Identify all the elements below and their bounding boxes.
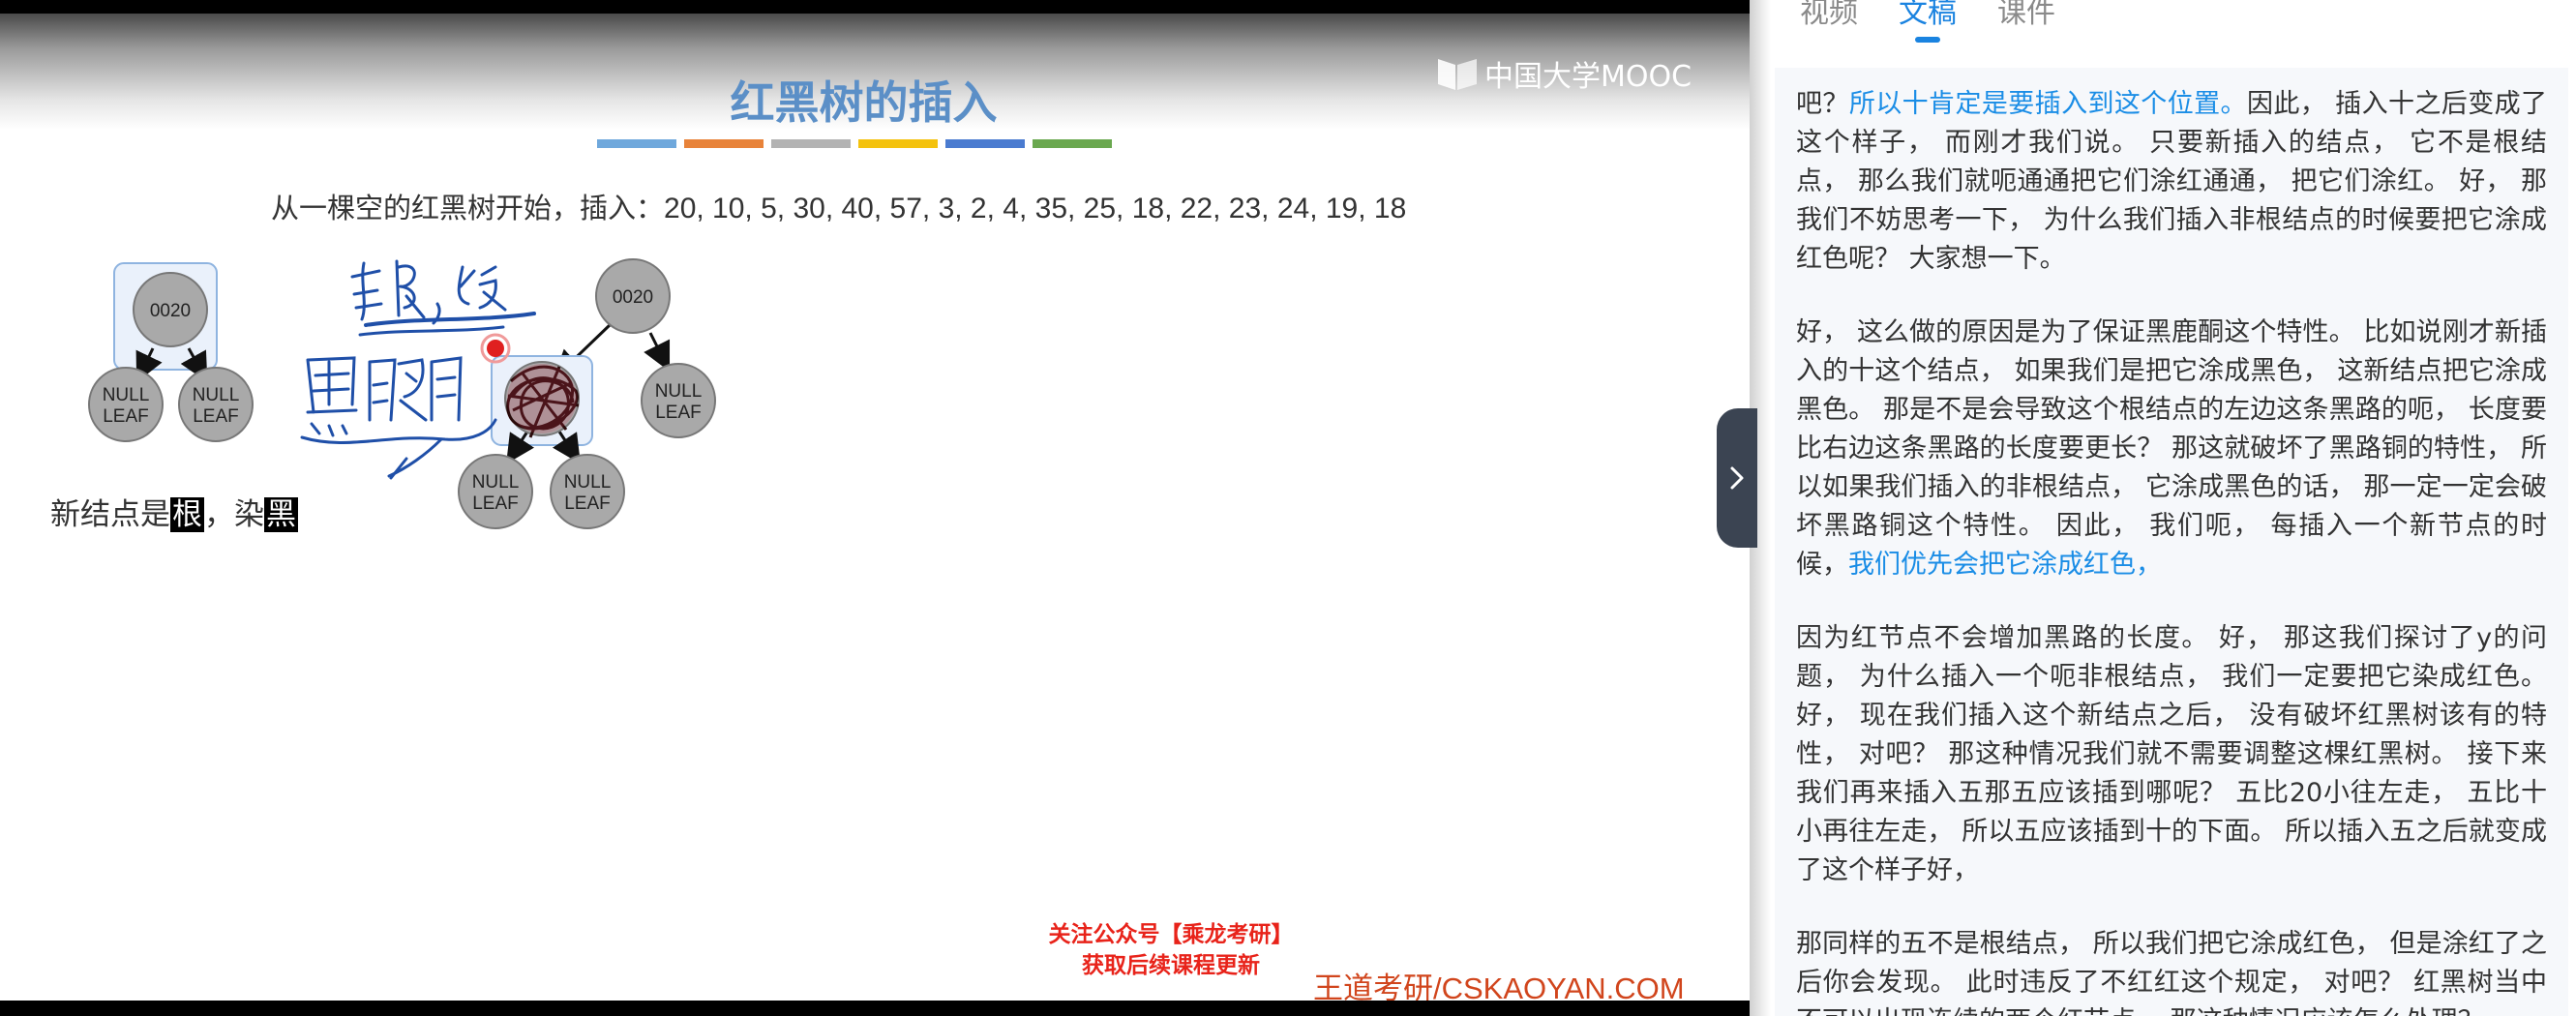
- transcript-highlight: 我们优先会把它涂成红色，: [1848, 550, 2162, 580]
- transcript-text: 因为红节点不会增加黑路的长度。 好， 那这我们探讨了y的问题， 为什么插入一个呃…: [1796, 623, 2547, 885]
- new-node-rule-prefix: 新结点是: [50, 497, 170, 532]
- chevron-right-icon: [1730, 466, 1744, 490]
- transcript-text: 那同样的五不是根结点， 所以我们把它涂成红色， 但是涂红了之后你会发现。 此时违…: [1796, 929, 2547, 1016]
- transcript-paragraph[interactable]: 吧？所以十肯定是要插入到这个位置。因此， 插入十之后变成了这个样子， 而刚才我们…: [1796, 85, 2547, 279]
- tree-one-right-leaf-line2: LEAF: [193, 406, 239, 427]
- tree-two-child-right-leaf-line2: LEAF: [564, 493, 611, 514]
- transcript-paragraph[interactable]: 那同样的五不是根结点， 所以我们把它涂成红色， 但是涂红了之后你会发现。 此时违…: [1796, 925, 2547, 1016]
- video-player[interactable]: 中国大学MOOC 红黑树的插入 从一棵空的红黑树开始，插入：20, 10, 5,…: [0, 0, 1750, 1016]
- watermark: 王道考研/CSKAOYAN.COM: [1313, 971, 1685, 1001]
- tab-transcript[interactable]: 文稿: [1899, 0, 1957, 43]
- tree-two-child-right-leaf-line1: NULL: [564, 472, 612, 493]
- lecture-slide: 中国大学MOOC 红黑树的插入 从一棵空的红黑树开始，插入：20, 10, 5,…: [0, 14, 1750, 1001]
- new-node-rule-middle: ，染: [204, 497, 264, 532]
- transcript-panel: 视频 文稿 课件 吧？所以十肯定是要插入到这个位置。因此， 插入十之后变成了这个…: [1750, 0, 2576, 1016]
- tree-two-child-left-leaf-line2: LEAF: [472, 493, 519, 514]
- tree-one: 0020 NULL LEAF NULL LEAF: [88, 262, 254, 442]
- tree-one-left-leaf-line2: LEAF: [103, 406, 149, 427]
- new-node-rule-root: 根: [170, 497, 204, 532]
- tree-one-left-leaf-line1: NULL: [103, 385, 150, 405]
- tree-two-child-left-leaf-line1: NULL: [472, 472, 520, 493]
- tab-courseware[interactable]: 课件: [1997, 0, 2055, 43]
- tree-two-right-leaf-line2: LEAF: [655, 403, 702, 423]
- transcript-highlight: 所以十肯定是要插入到这个位置。: [1848, 89, 2247, 119]
- new-node-rule-text: 新结点是根，染黑: [50, 490, 298, 533]
- tree-two-root-label: 0020: [613, 287, 653, 308]
- tree-one-right-leaf-line1: NULL: [193, 385, 240, 405]
- transcript-paragraph[interactable]: 好， 这么做的原因是为了保证黑鹿酮这个特性。 比如说刚才新插入的十这个结点， 如…: [1796, 314, 2547, 584]
- tree-two: 0020 NULL LEAF NULL LEAF NULL LEAF: [458, 258, 716, 529]
- collapse-panel-button[interactable]: [1717, 408, 1757, 548]
- transcript-paragraph[interactable]: 因为红节点不会增加黑路的长度。 好， 那这我们探讨了y的问题， 为什么插入一个呃…: [1796, 619, 2547, 890]
- promo-line-1: 关注公众号【乘龙考研】: [1048, 922, 1294, 947]
- transcript-text: 吧？: [1796, 89, 1849, 119]
- new-node-rule-black: 黑: [264, 497, 298, 532]
- transcript-text: 好， 这么做的原因是为了保证黑鹿酮这个特性。 比如说刚才新插入的十这个结点， 如…: [1796, 317, 2547, 580]
- transcript-content[interactable]: 吧？所以十肯定是要插入到这个位置。因此， 插入十之后变成了这个样子， 而刚才我们…: [1775, 68, 2568, 1016]
- tree-two-right-leaf-line1: NULL: [655, 381, 703, 402]
- panel-tabs: 视频 文稿 课件: [1800, 0, 2055, 43]
- tree-one-root-label: 0020: [150, 301, 191, 321]
- laser-pointer-dot: [487, 340, 504, 357]
- tab-video[interactable]: 视频: [1800, 0, 1858, 43]
